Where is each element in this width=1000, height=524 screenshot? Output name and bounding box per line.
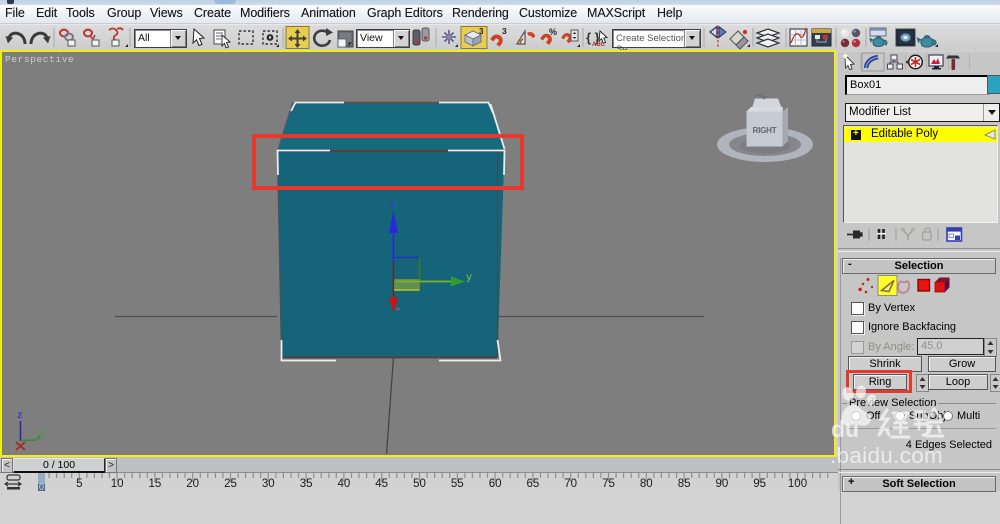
svg-text:3: 3 [502, 26, 507, 36]
svg-text:z: z [17, 411, 23, 422]
svg-text:Perspective: Perspective [5, 54, 74, 65]
svg-text:.baidu.com: .baidu.com [830, 443, 943, 468]
svg-text:du: du [831, 416, 859, 442]
svg-text:y: y [466, 272, 472, 284]
svg-text:z: z [390, 201, 396, 212]
svg-text:y: y [40, 429, 46, 440]
svg-text:RIGHT: RIGHT [753, 126, 777, 135]
svg-text:3: 3 [479, 27, 484, 36]
svg-text:%: % [549, 27, 557, 37]
svg-text:0: 0 [39, 482, 44, 491]
